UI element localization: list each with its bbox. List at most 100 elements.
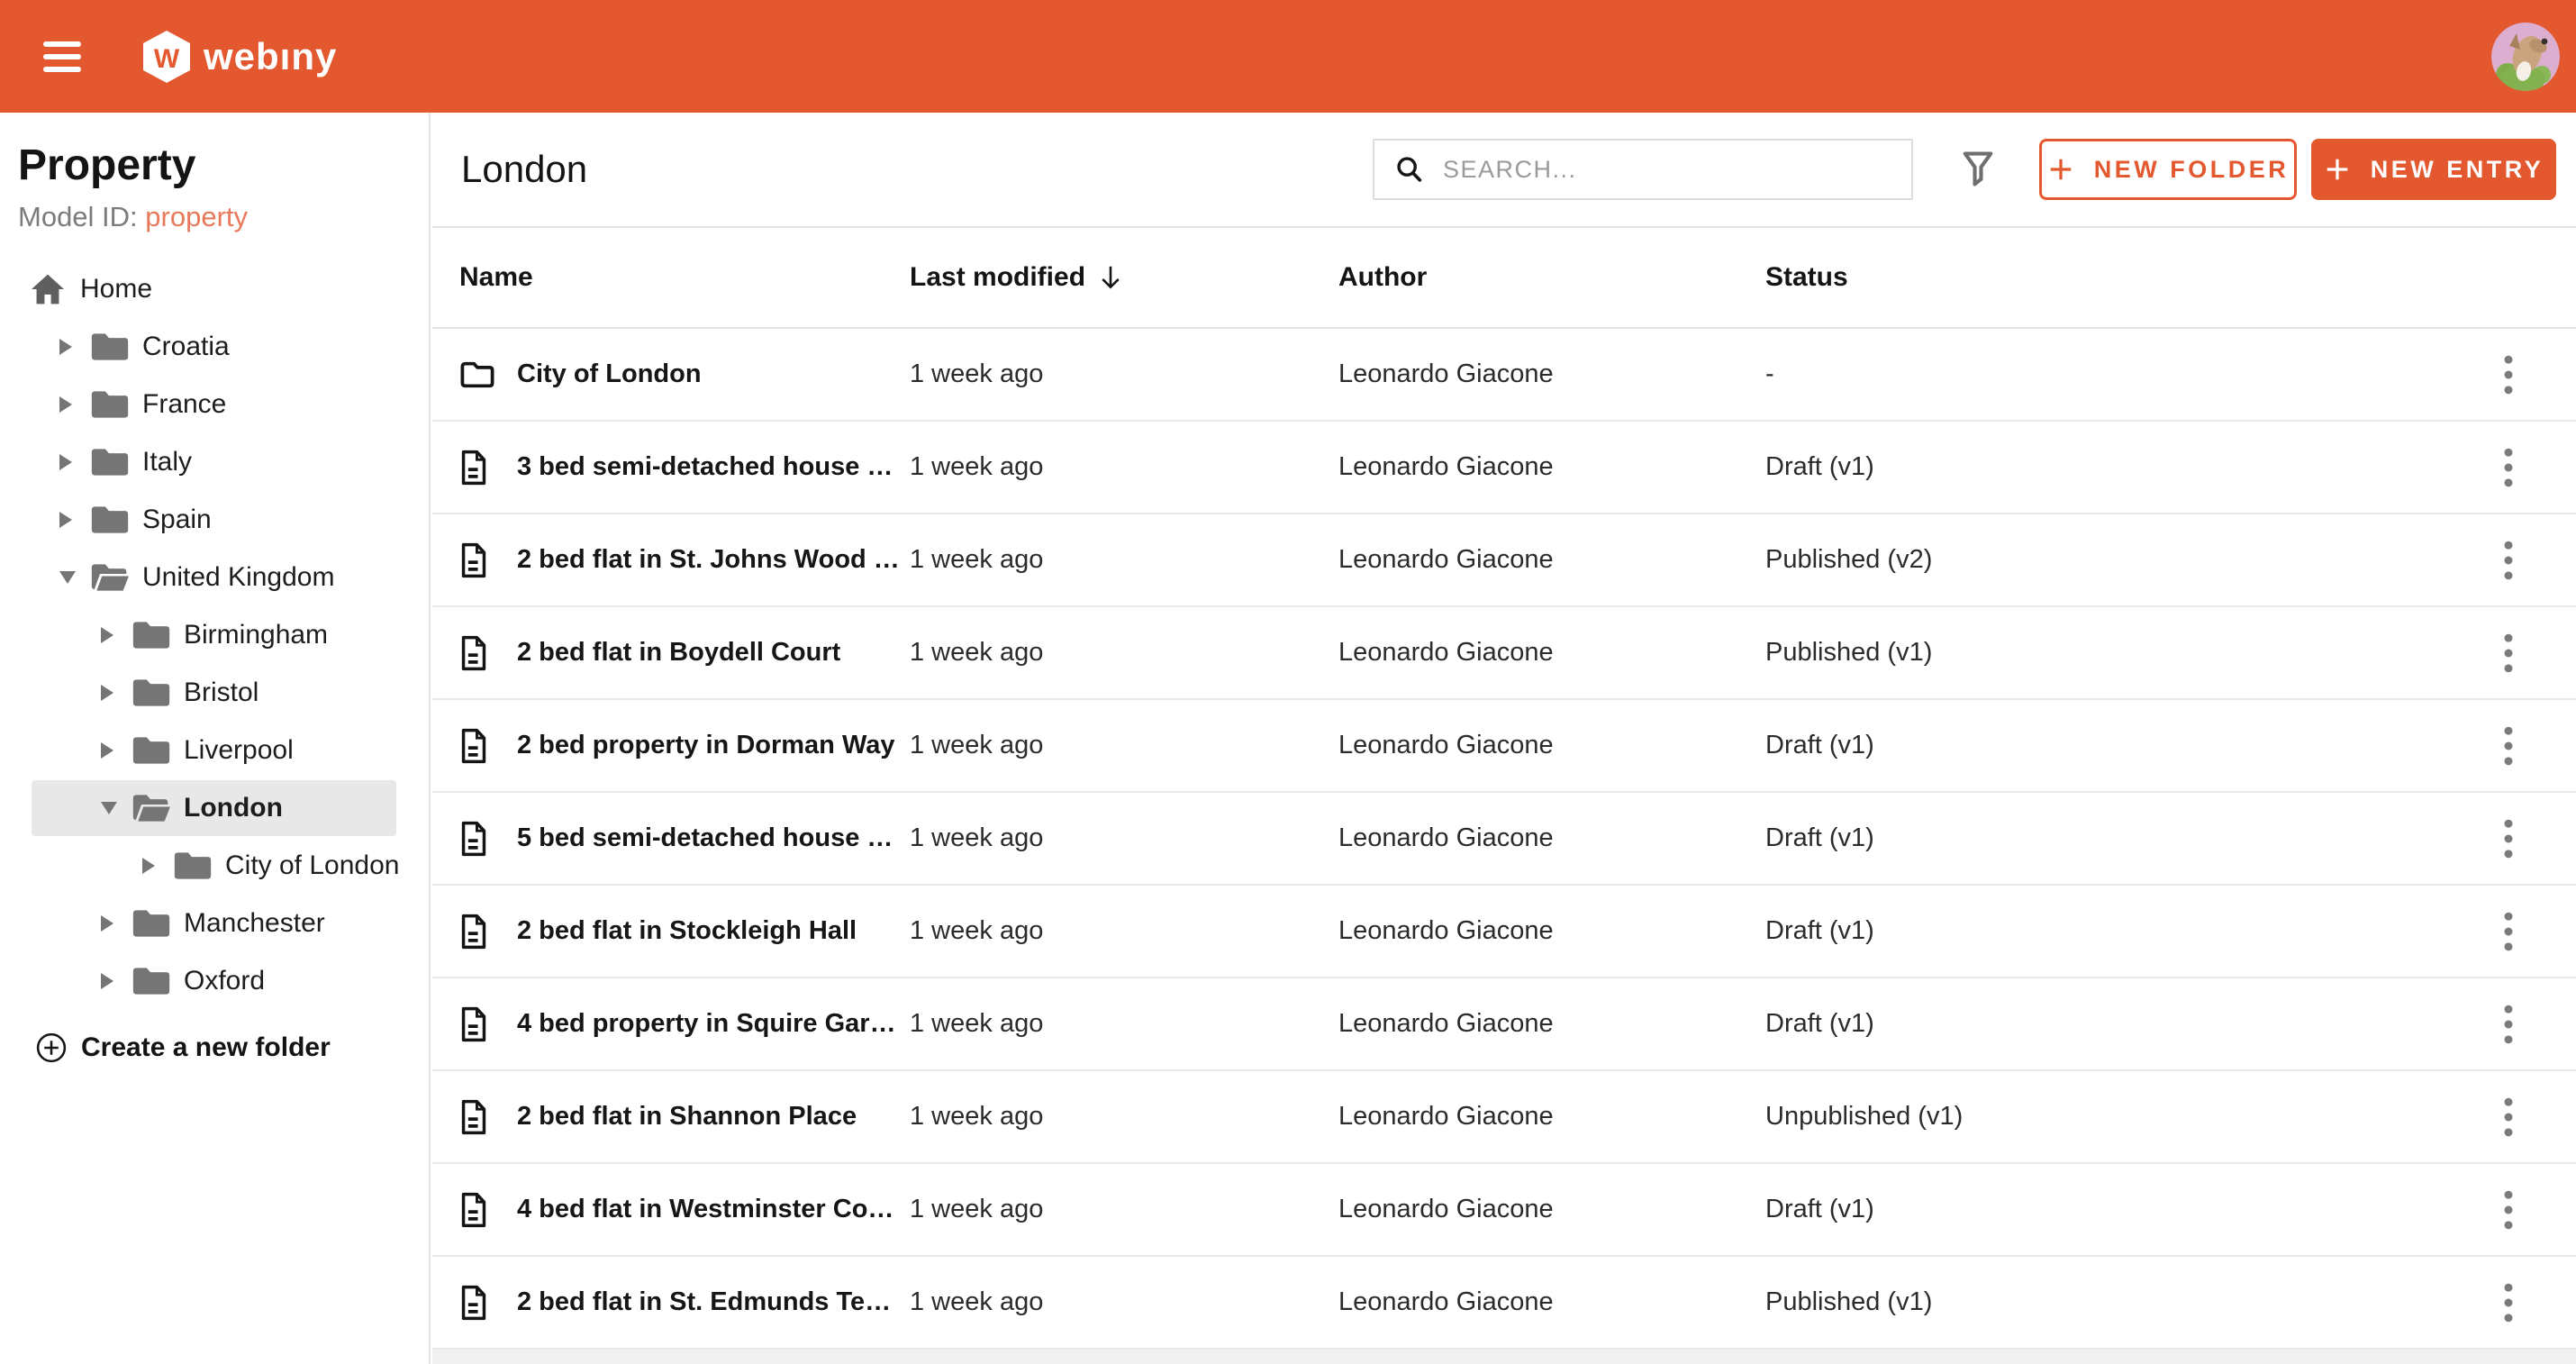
tree-item-united-kingdom[interactable]: United Kingdom: [18, 549, 429, 606]
row-menu-icon[interactable]: [2481, 343, 2535, 406]
table-row[interactable]: 3 bed semi-detached house … 1 week ago L…: [432, 422, 2576, 514]
tree-item-label: United Kingdom: [142, 562, 335, 592]
search-icon: [1397, 157, 1422, 182]
table-header: Name Last modified Author Status: [432, 228, 2576, 329]
tree-item-france[interactable]: France: [18, 376, 429, 433]
caret-right-icon[interactable]: [59, 339, 79, 355]
table-footer-strip: [432, 1350, 2576, 1364]
caret-right-icon[interactable]: [59, 512, 79, 528]
tree-item-manchester[interactable]: Manchester: [18, 895, 429, 952]
table-row[interactable]: 4 bed flat in Westminster Co… 1 week ago…: [432, 1164, 2576, 1257]
caret-right-icon[interactable]: [101, 742, 121, 759]
user-avatar[interactable]: [2491, 22, 2560, 91]
row-name: 2 bed flat in St. Edmunds Te…: [517, 1287, 892, 1316]
caret-down-icon[interactable]: [101, 802, 121, 814]
document-icon: [459, 633, 495, 673]
caret-right-icon[interactable]: [59, 454, 79, 470]
folder-icon: [90, 387, 130, 422]
table-row[interactable]: 4 bed property in Squire Gar… 1 week ago…: [432, 978, 2576, 1071]
row-status: Draft (v1): [1765, 452, 1874, 481]
document-icon: [459, 541, 495, 580]
tree-item-home[interactable]: Home: [18, 260, 429, 318]
row-menu-icon[interactable]: [2481, 1086, 2535, 1149]
row-name: 2 bed flat in Shannon Place: [517, 1102, 857, 1131]
row-name: 2 bed flat in Boydell Court: [517, 638, 841, 667]
table-row[interactable]: 2 bed flat in St. Edmunds Te… 1 week ago…: [432, 1257, 2576, 1350]
tree-item-city-of-london[interactable]: City of London: [18, 837, 429, 895]
row-last-modified: 1 week ago: [910, 452, 1044, 481]
search-input[interactable]: [1441, 154, 1911, 185]
tree-item-label: Italy: [142, 447, 193, 477]
table-row[interactable]: 2 bed flat in Shannon Place 1 week ago L…: [432, 1071, 2576, 1164]
tree-item-spain[interactable]: Spain: [18, 491, 429, 549]
row-menu-icon[interactable]: [2481, 714, 2535, 777]
row-last-modified: 1 week ago: [910, 1195, 1044, 1223]
table-row[interactable]: City of London 1 week ago Leonardo Giaco…: [432, 329, 2576, 422]
caret-right-icon[interactable]: [101, 685, 121, 701]
tree-item-label: City of London: [225, 850, 400, 880]
folder-icon: [90, 445, 130, 479]
menu-icon[interactable]: [43, 41, 81, 72]
caret-right-icon[interactable]: [142, 858, 162, 874]
table-row[interactable]: 2 bed flat in St. Johns Wood … 1 week ag…: [432, 514, 2576, 607]
content-area: London NEW FOLDER: [432, 113, 2576, 1364]
tree-item-italy[interactable]: Italy: [18, 433, 429, 491]
row-name: City of London: [517, 359, 702, 388]
table-row[interactable]: 5 bed semi-detached house … 1 week ago L…: [432, 793, 2576, 886]
tree-item-liverpool[interactable]: Liverpool: [18, 722, 429, 779]
tree-item-label: London: [184, 793, 283, 823]
create-folder-button[interactable]: Create a new folder: [18, 1019, 429, 1077]
row-last-modified: 1 week ago: [910, 823, 1044, 852]
row-author: Leonardo Giacone: [1338, 1009, 1554, 1038]
row-menu-icon[interactable]: [2481, 900, 2535, 963]
name-cell: 2 bed flat in St. Johns Wood …: [459, 541, 910, 580]
folder-icon: [132, 906, 171, 941]
name-cell: 4 bed property in Squire Gar…: [459, 1005, 910, 1044]
row-name: 4 bed flat in Westminster Co…: [517, 1195, 894, 1223]
tree-item-croatia[interactable]: Croatia: [18, 318, 429, 376]
row-menu-icon[interactable]: [2481, 436, 2535, 499]
row-menu-icon[interactable]: [2481, 1178, 2535, 1241]
tree-item-london[interactable]: London: [32, 780, 396, 836]
tree-item-bristol[interactable]: Bristol: [18, 664, 429, 722]
row-name: 2 bed flat in St. Johns Wood …: [517, 545, 900, 574]
name-cell: 3 bed semi-detached house …: [459, 448, 910, 487]
caret-right-icon[interactable]: [101, 627, 121, 643]
row-status: Draft (v1): [1765, 1009, 1874, 1038]
row-status: -: [1765, 359, 1774, 388]
tree-item-oxford[interactable]: Oxford: [18, 952, 429, 1010]
table-row[interactable]: 2 bed flat in Stockleigh Hall 1 week ago…: [432, 886, 2576, 978]
tree-item-label: Croatia: [142, 332, 230, 361]
filter-icon[interactable]: [1958, 148, 1998, 191]
row-menu-icon[interactable]: [2481, 1271, 2535, 1334]
row-menu-icon[interactable]: [2481, 529, 2535, 592]
row-menu-icon[interactable]: [2481, 622, 2535, 685]
row-author: Leonardo Giacone: [1338, 1195, 1554, 1223]
caret-right-icon[interactable]: [101, 915, 121, 932]
document-icon: [459, 1190, 495, 1230]
folder-icon: [90, 330, 130, 364]
logo-text: webıny: [204, 34, 338, 77]
name-cell: 2 bed flat in Shannon Place: [459, 1097, 910, 1137]
create-folder-label: Create a new folder: [81, 1032, 331, 1062]
name-cell: 2 bed flat in Stockleigh Hall: [459, 912, 910, 951]
caret-right-icon[interactable]: [101, 973, 121, 989]
table-row[interactable]: 2 bed property in Dorman Way 1 week ago …: [432, 700, 2576, 793]
column-header-status: Status: [1765, 262, 1848, 292]
row-menu-icon[interactable]: [2481, 807, 2535, 870]
folder-icon: [90, 503, 130, 537]
row-menu-icon[interactable]: [2481, 993, 2535, 1056]
tree-item-label: Home: [80, 274, 153, 304]
tree-item-birmingham[interactable]: Birmingham: [18, 606, 429, 664]
new-folder-button[interactable]: NEW FOLDER: [2039, 139, 2297, 200]
tree-item-label: Liverpool: [184, 735, 294, 765]
caret-right-icon[interactable]: [59, 396, 79, 413]
document-icon: [459, 726, 495, 766]
row-author: Leonardo Giacone: [1338, 545, 1554, 574]
table-row[interactable]: 2 bed flat in Boydell Court 1 week ago L…: [432, 607, 2576, 700]
folder-icon: [173, 849, 213, 883]
svg-text:W: W: [154, 44, 180, 74]
column-header-last-modified[interactable]: Last modified: [910, 262, 1338, 293]
new-entry-button[interactable]: NEW ENTRY: [2311, 139, 2556, 200]
caret-down-icon[interactable]: [59, 571, 79, 584]
